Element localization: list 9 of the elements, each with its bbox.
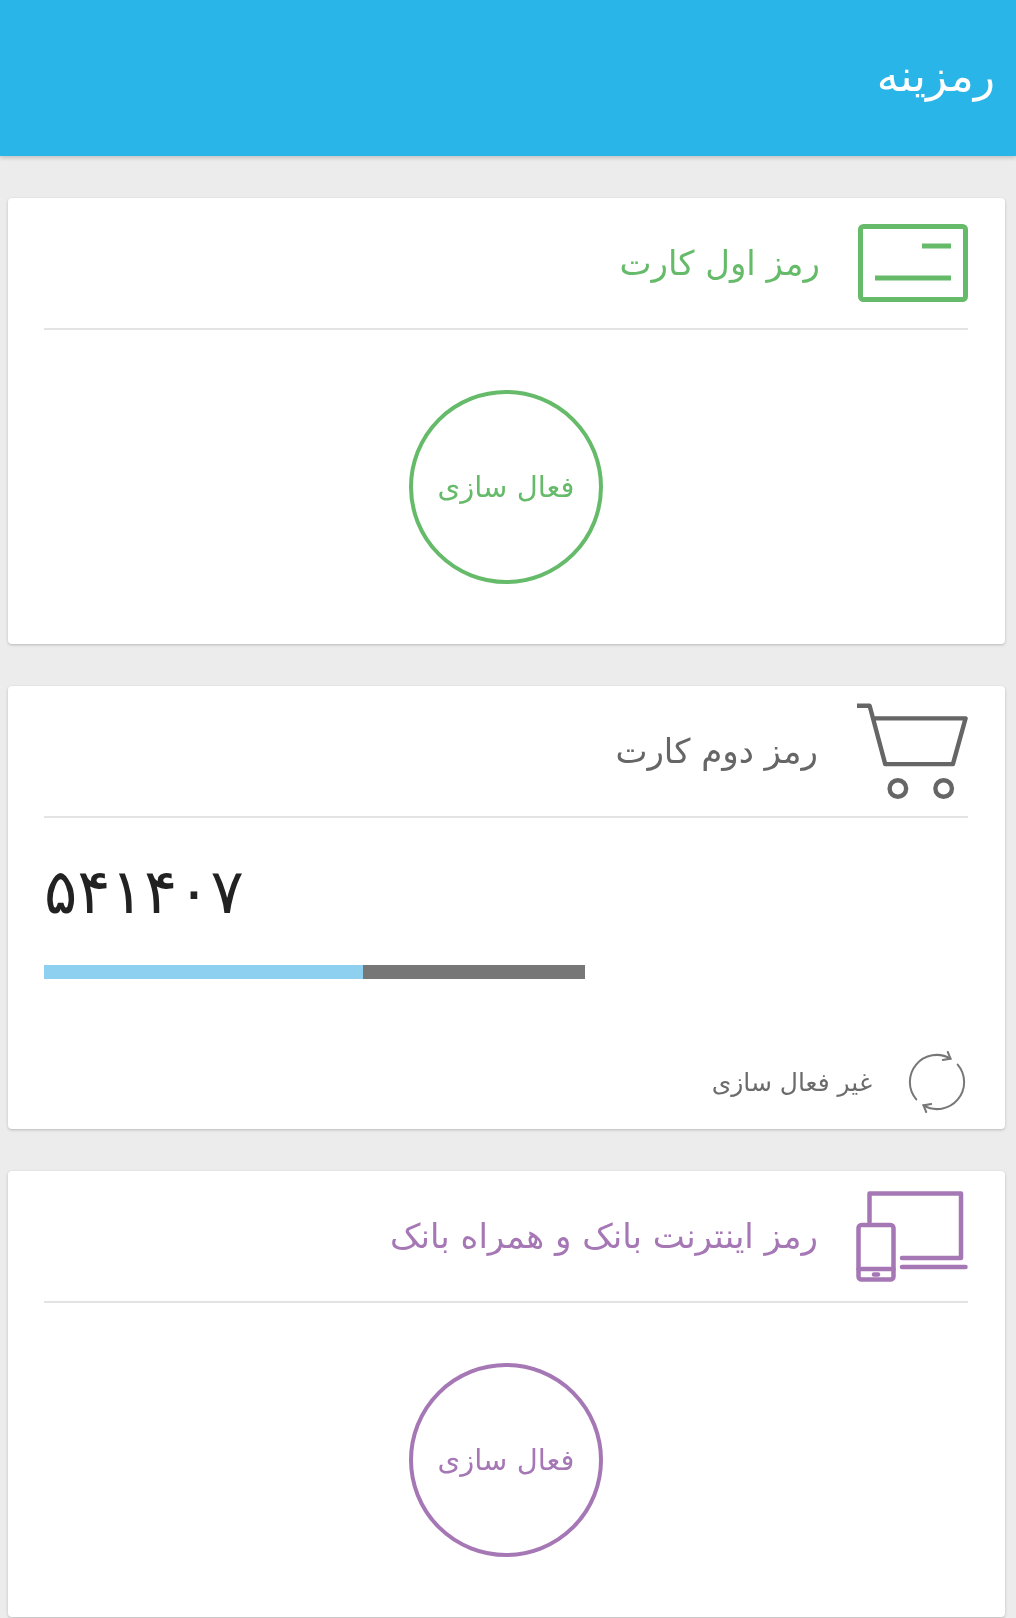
refresh-icon (906, 1051, 968, 1113)
deactivate-button[interactable]: غیر فعال سازی (711, 1051, 968, 1113)
card-title: رمز اول کارت (619, 243, 820, 283)
card-title: رمز اینترنت بانک و همراه بانک (390, 1216, 818, 1256)
activate-button[interactable]: فعال سازی (409, 1363, 603, 1557)
app-title: رمزینه (876, 49, 995, 101)
password-code: ۵۴۱۴۰۷ (44, 854, 244, 930)
card-title: رمز دوم کارت (615, 731, 818, 771)
activate-button[interactable]: فعال سازی (409, 390, 603, 584)
